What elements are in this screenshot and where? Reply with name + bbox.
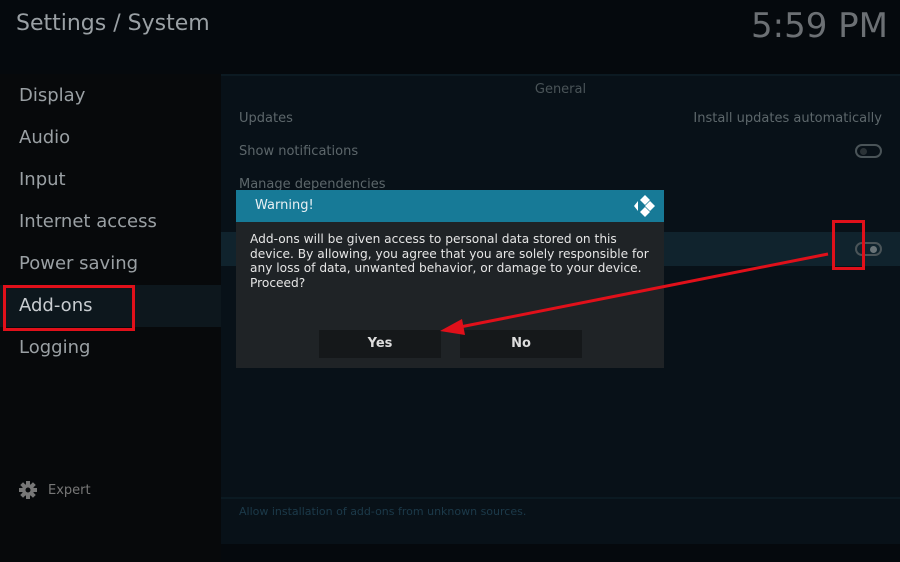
annotation-arrow: [440, 252, 829, 335]
